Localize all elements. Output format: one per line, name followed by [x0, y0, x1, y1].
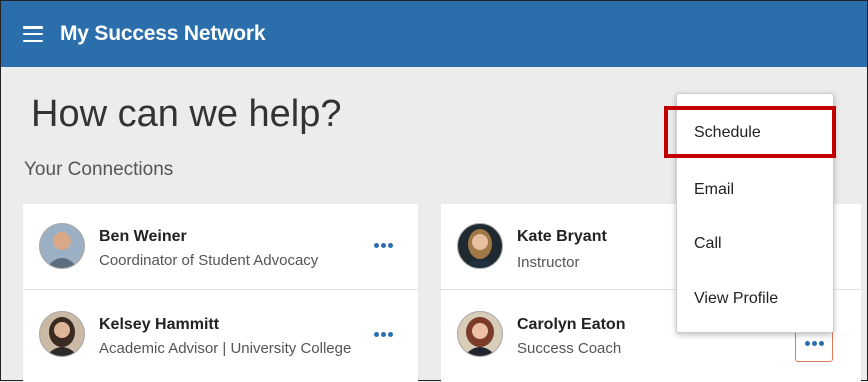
connection-role: Instructor — [517, 254, 580, 271]
connection-role: Success Coach — [517, 340, 622, 357]
menu-item-email[interactable]: Email — [694, 181, 734, 199]
app-title: My Success Network — [60, 22, 266, 45]
connection-card[interactable]: Kelsey Hammitt Academic Advisor | Univer… — [23, 289, 418, 372]
section-heading: Your Connections — [24, 159, 174, 180]
menu-item-view-profile[interactable]: View Profile — [694, 290, 778, 308]
connection-name: Kelsey Hammitt — [99, 316, 220, 333]
page-heading: How can we help? — [31, 93, 342, 135]
connection-role: Coordinator of Student Advocacy — [99, 252, 319, 269]
connection-name: Carolyn Eaton — [517, 316, 626, 333]
more-options-button[interactable] — [368, 324, 398, 344]
connection-role: Academic Advisor | University College — [99, 340, 352, 357]
hamburger-menu-icon[interactable] — [23, 26, 43, 42]
schedule-highlight-box — [664, 106, 836, 158]
connection-name: Kate Bryant — [517, 228, 607, 245]
avatar — [39, 311, 85, 357]
connection-card[interactable]: Ben Weiner Coordinator of Student Advoca… — [23, 204, 418, 286]
avatar — [39, 223, 85, 269]
avatar — [457, 311, 503, 357]
avatar — [457, 223, 503, 269]
top-bar: My Success Network — [1, 1, 867, 67]
connections-column-left: Ben Weiner Coordinator of Student Advoca… — [23, 204, 418, 382]
connection-name: Ben Weiner — [99, 228, 187, 245]
menu-item-call[interactable]: Call — [694, 235, 722, 253]
more-options-button[interactable] — [368, 235, 398, 255]
